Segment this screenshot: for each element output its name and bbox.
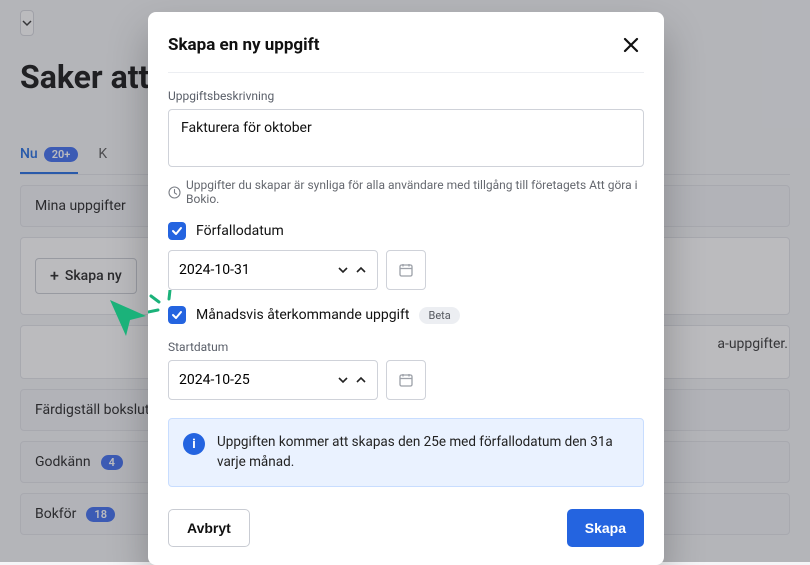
due-date-value: 2024-10-31 bbox=[179, 262, 250, 278]
close-icon bbox=[622, 36, 640, 54]
due-date-label: Förfallodatum bbox=[196, 223, 284, 239]
chevron-down-icon bbox=[337, 374, 349, 386]
info-icon: i bbox=[183, 433, 205, 455]
start-date-value: 2024-10-25 bbox=[179, 372, 250, 388]
modal-title: Skapa en ny uppgift bbox=[168, 35, 319, 55]
create-task-modal: Skapa en ny uppgift Uppgiftsbeskrivning … bbox=[148, 12, 664, 565]
desc-label: Uppgiftsbeskrivning bbox=[168, 89, 644, 103]
info-text: Uppgiften kommer att skapas den 25e med … bbox=[217, 433, 629, 472]
chevron-up-icon bbox=[355, 374, 367, 386]
calendar-icon bbox=[398, 262, 414, 278]
submit-button[interactable]: Skapa bbox=[567, 509, 644, 547]
start-date-input[interactable]: 2024-10-25 bbox=[168, 360, 378, 400]
visibility-hint: Uppgifter du skapar är synliga för alla … bbox=[168, 178, 644, 206]
info-banner: i Uppgiften kommer att skapas den 25e me… bbox=[168, 418, 644, 487]
clock-icon bbox=[168, 186, 181, 199]
attention-accent bbox=[148, 290, 188, 326]
close-button[interactable] bbox=[618, 32, 644, 58]
desc-input[interactable] bbox=[168, 109, 644, 167]
beta-badge: Beta bbox=[419, 307, 459, 324]
calendar-icon bbox=[398, 372, 414, 388]
start-date-label: Startdatum bbox=[168, 340, 644, 354]
cursor-pointer-icon bbox=[106, 296, 152, 342]
due-date-checkbox[interactable] bbox=[168, 222, 186, 240]
start-date-calendar-button[interactable] bbox=[386, 360, 426, 400]
due-date-calendar-button[interactable] bbox=[386, 250, 426, 290]
chevron-up-icon bbox=[355, 264, 367, 276]
visibility-hint-text: Uppgifter du skapar är synliga för alla … bbox=[186, 178, 644, 206]
due-date-input[interactable]: 2024-10-31 bbox=[168, 250, 378, 290]
chevron-down-icon bbox=[337, 264, 349, 276]
recurring-label: Månadsvis återkommande uppgift bbox=[196, 307, 409, 323]
check-icon bbox=[171, 225, 183, 237]
cancel-button[interactable]: Avbryt bbox=[168, 509, 250, 547]
